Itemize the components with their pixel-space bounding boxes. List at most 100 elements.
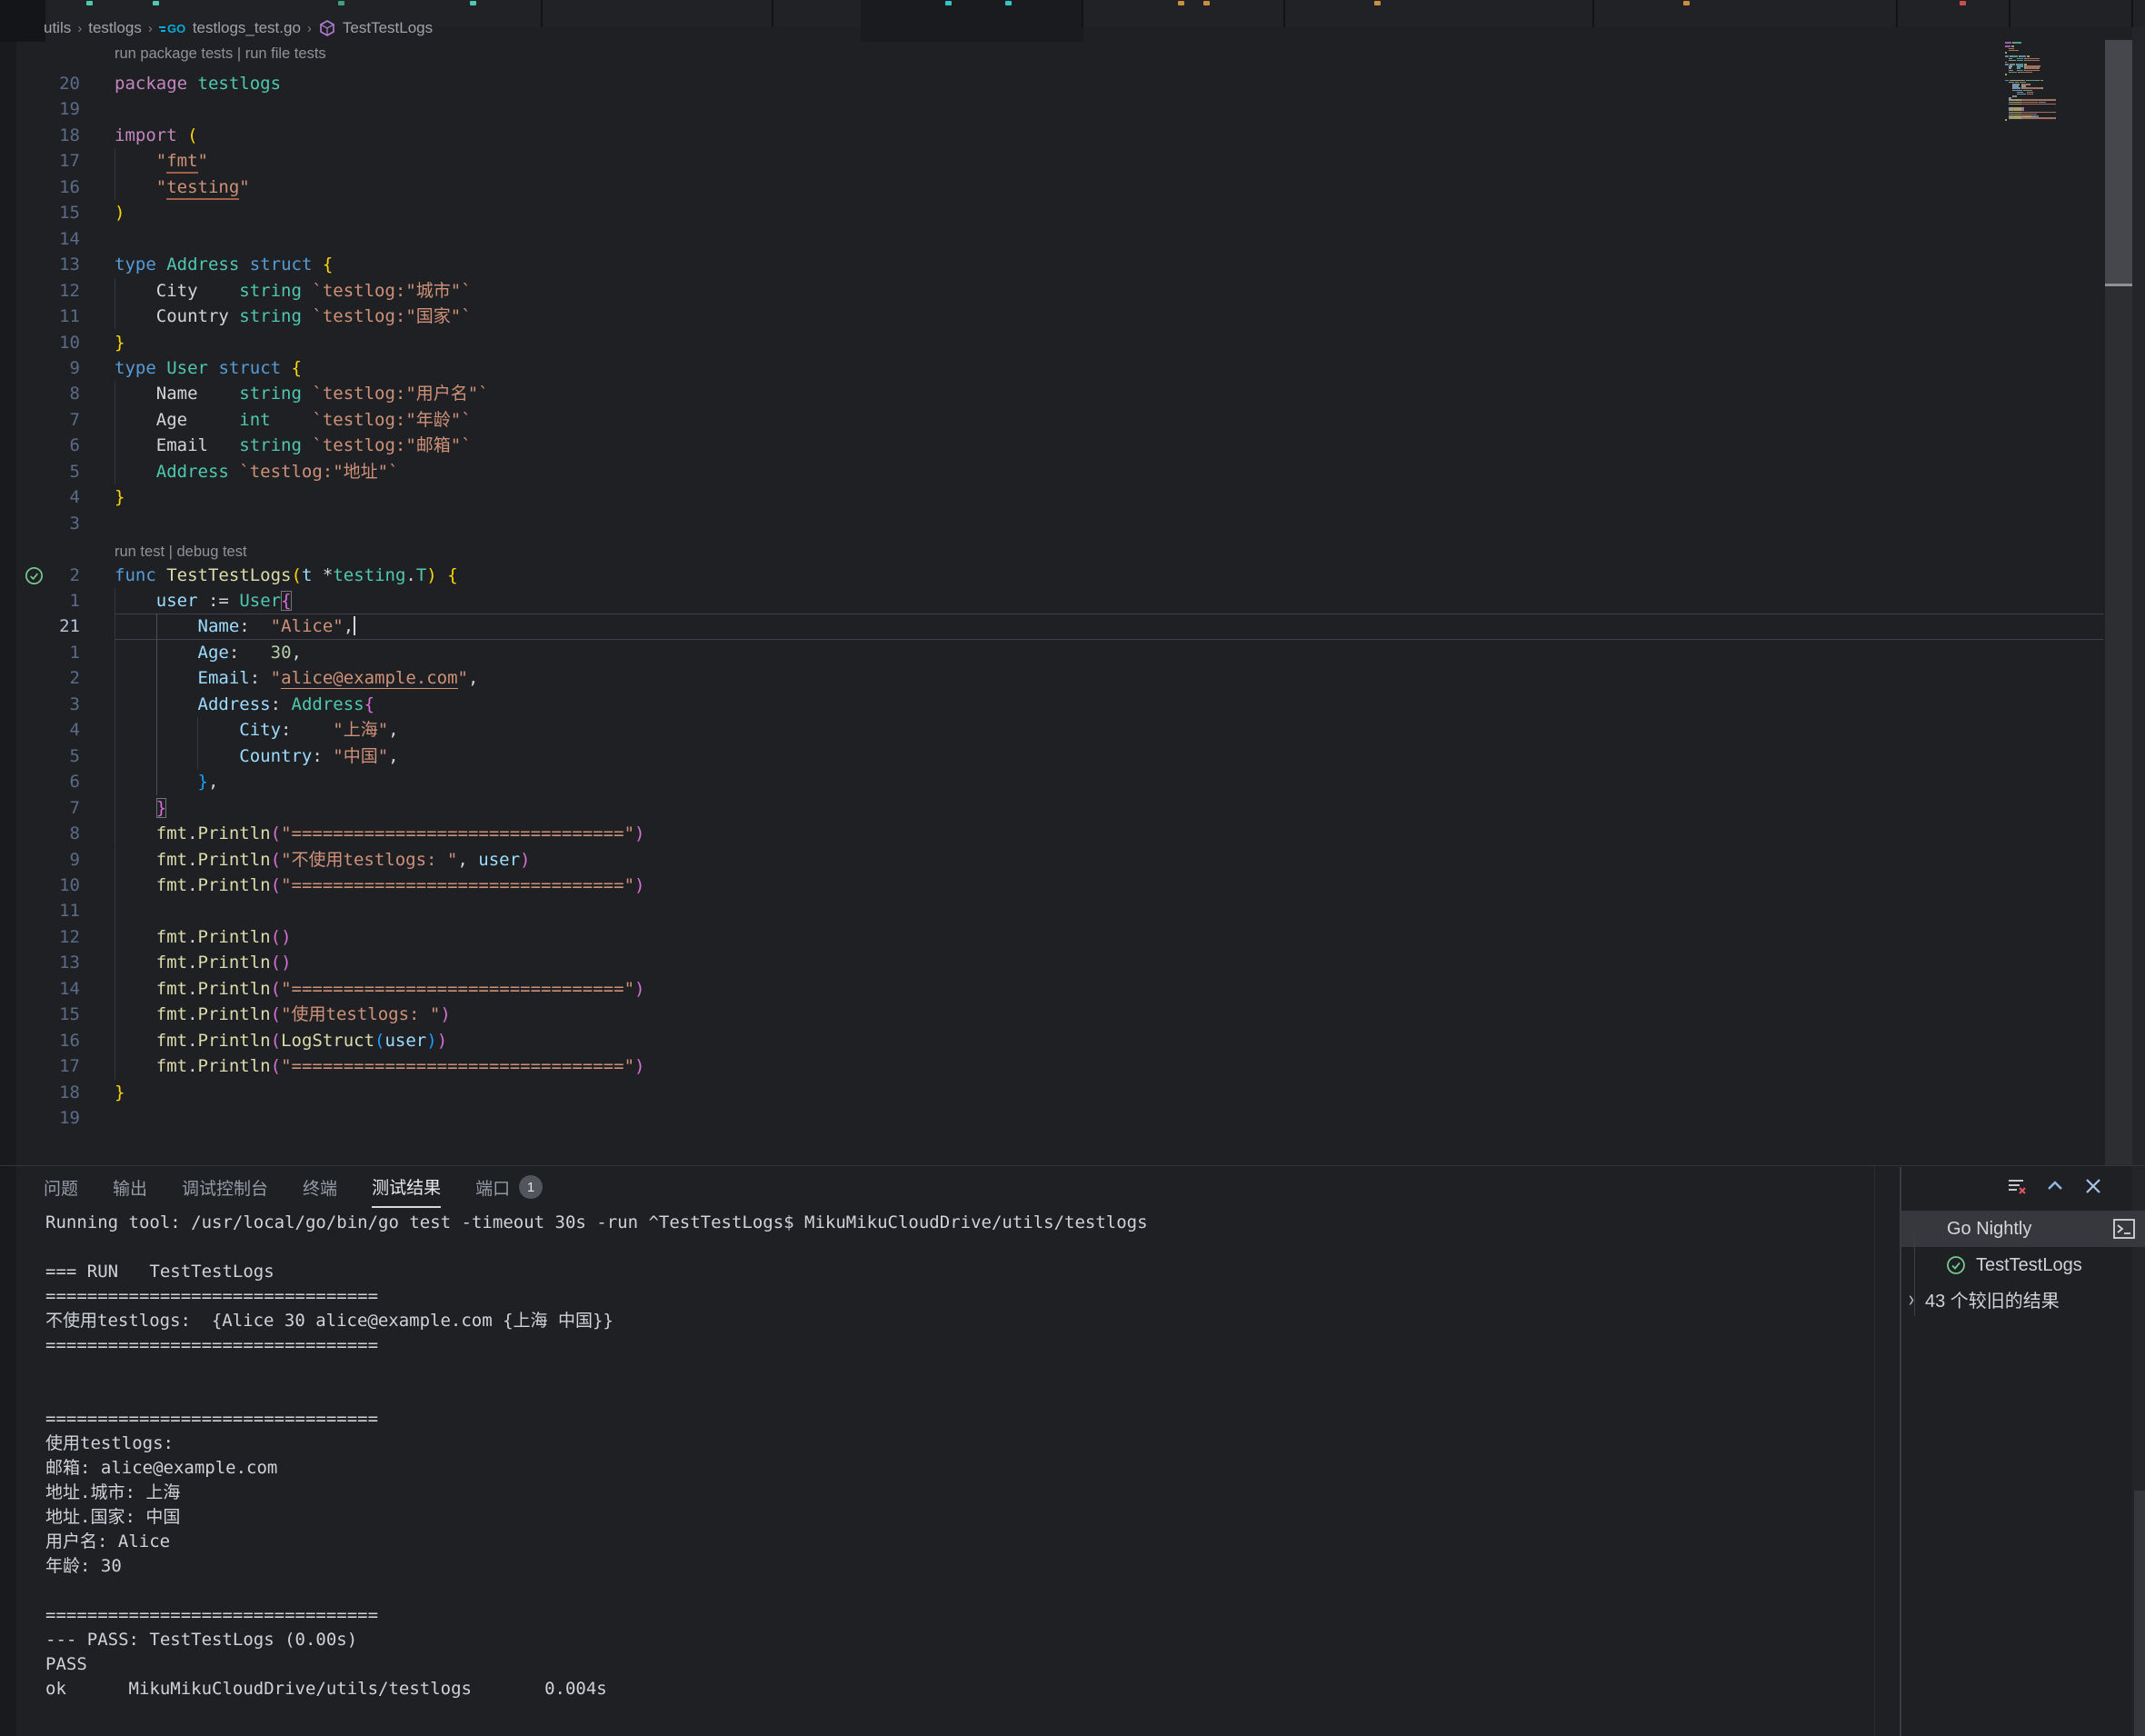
codelens-package-tests[interactable]: run package tests | run file tests [115,45,326,63]
line-number: 12 [0,278,80,304]
older-results-row[interactable]: › 43 个较旧的结果 [1909,1283,2145,1314]
active-tab-remnant[interactable] [861,0,1083,42]
test-profile-row[interactable]: Go Nightly [1901,1211,2145,1247]
code-line[interactable]: 18} [0,1080,2145,1105]
code-line[interactable]: 6 Email string `testlog:"邮箱"` [0,433,2145,458]
go-file-icon: GO [159,19,186,37]
code-line[interactable]: 7 } [0,795,2145,821]
codelens-run-test[interactable]: run test | debug test [115,539,247,564]
code-line[interactable]: 3 Address: Address{ [0,692,2145,717]
line-number: 7 [0,407,80,433]
line-number: 8 [0,381,80,406]
output-line: 用户名: Alice [45,1530,1854,1554]
test-output-log[interactable]: Running tool: /usr/local/go/bin/go test … [45,1211,1854,1701]
panel-tab-输出[interactable]: 输出 [113,1167,147,1207]
code-editor[interactable]: run package tests | run file tests 20pac… [0,42,2145,1167]
output-line: ================================ [45,1407,1854,1432]
line-number: 13 [0,252,80,277]
code-line[interactable]: 18import ( [0,123,2145,148]
breadcrumb-item-testlogs[interactable]: testlogs [88,19,142,37]
code-line[interactable]: 5 Country: "中国", [0,743,2145,769]
code-line[interactable]: 21 Name: "Alice", [0,614,2145,639]
top-left-corner [0,0,45,42]
codelens-row[interactable]: run test | debug test [0,536,2145,562]
breadcrumb-item-file[interactable]: testlogs_test.go [193,19,301,37]
code-line[interactable]: 8 fmt.Println("=========================… [0,821,2145,846]
close-panel-icon[interactable] [2081,1174,2105,1198]
code-line[interactable]: 14 [0,226,2145,252]
code-line[interactable]: 7 Age int `testlog:"年龄"` [0,407,2145,433]
code-line[interactable]: 2 Email: "alice@example.com", [0,665,2145,691]
terminal-icon[interactable] [2112,1217,2136,1245]
output-line: ================================ [45,1333,1854,1358]
code-line[interactable]: 6 }, [0,769,2145,794]
code-line[interactable]: 5 Address `testlog:"地址"` [0,459,2145,484]
code-line[interactable]: 10} [0,330,2145,355]
code-line[interactable]: 14 fmt.Println("========================… [0,976,2145,1002]
code-line[interactable]: 2func TestTestLogs(t *testing.T) { [0,563,2145,588]
code-text: } [115,484,125,510]
output-line [45,1382,1854,1407]
code-line[interactable]: 12 City string `testlog:"城市"` [0,278,2145,304]
code-line[interactable]: 19 [0,96,2145,122]
text-cursor [354,616,355,635]
panel-divider [1874,1167,1875,1736]
code-line[interactable]: 11 Country string `testlog:"国家"` [0,304,2145,329]
code-text: Email string `testlog:"邮箱"` [115,433,472,458]
clear-output-icon[interactable] [2005,1174,2029,1198]
code-line[interactable]: 12 fmt.Println() [0,924,2145,950]
chevron-right-icon: › [77,21,82,36]
code-line[interactable]: 16 "testing" [0,175,2145,200]
code-text: Address: Address{ [115,692,374,717]
code-line[interactable]: 4} [0,484,2145,510]
panel-tab-端口[interactable]: 端口1 [475,1167,543,1207]
line-number: 15 [0,1002,80,1027]
right-panel-scrollbar[interactable] [2134,1491,2145,1736]
code-line[interactable]: 1 user := User{ [0,588,2145,614]
editor-scrollbar-thumb[interactable] [2105,40,2132,284]
code-line[interactable]: 1 Age: 30, [0,640,2145,665]
line-number: 19 [0,96,80,122]
code-text: fmt.Println(LogStruct(user)) [115,1028,447,1053]
breadcrumb-item-utils[interactable]: utils [44,19,71,37]
code-text: Age: 30, [115,640,302,665]
panel-tab-测试结果[interactable]: 测试结果 [372,1166,441,1208]
test-passed-icon [1945,1254,1967,1276]
code-text: } [115,330,125,355]
panel-tab-调试控制台[interactable]: 调试控制台 [182,1167,268,1207]
code-text: fmt.Println("===========================… [115,976,644,1002]
code-line[interactable]: 9 fmt.Println("不使用testlogs: ", user) [0,847,2145,873]
panel-tab-问题[interactable]: 问题 [44,1167,78,1207]
code-line[interactable]: 3 [0,511,2145,536]
code-line[interactable]: 11 [0,898,2145,923]
code-line[interactable]: 13 fmt.Println() [0,950,2145,975]
code-line[interactable]: 15) [0,200,2145,225]
code-line[interactable]: 19 [0,1105,2145,1131]
svg-text:GO: GO [167,22,185,35]
code-line[interactable]: 10 fmt.Println("========================… [0,873,2145,898]
line-number: 21 [0,614,80,639]
code-line[interactable]: 4 City: "上海", [0,717,2145,743]
minimap[interactable] [2005,42,2063,133]
panel-tab-终端[interactable]: 终端 [303,1167,337,1207]
code-line[interactable]: 17 "fmt" [0,148,2145,174]
code-line[interactable]: 9type User struct { [0,355,2145,381]
collapse-panel-icon[interactable] [2043,1174,2067,1198]
code-line[interactable]: 17 fmt.Println("========================… [0,1053,2145,1079]
test-result-item[interactable]: TestTestLogs [1901,1249,2145,1282]
chevron-right-icon: › [148,21,153,36]
code-line[interactable]: 20package testlogs [0,71,2145,96]
code-text: }, [115,769,218,794]
line-number: 18 [0,123,80,148]
line-number: 3 [0,511,80,536]
code-text: Age int `testlog:"年龄"` [115,407,472,433]
code-line[interactable]: 15 fmt.Println("使用testlogs: ") [0,1002,2145,1027]
code-line[interactable]: 13type Address struct { [0,252,2145,277]
line-number: 11 [0,304,80,329]
line-number: 10 [0,873,80,898]
breadcrumb-item-symbol[interactable]: TestTestLogs [343,19,433,37]
breadcrumb: utils › testlogs › GO testlogs_test.go ›… [44,16,433,40]
output-line: ================================ [45,1603,1854,1628]
code-line[interactable]: 8 Name string `testlog:"用户名"` [0,381,2145,406]
code-line[interactable]: 16 fmt.Println(LogStruct(user)) [0,1028,2145,1053]
